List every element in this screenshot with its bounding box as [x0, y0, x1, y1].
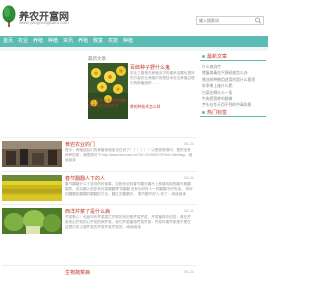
tags-heading: 热门标签 [200, 109, 266, 117]
article-title[interactable]: 黄岩农业的门 [65, 141, 95, 148]
bullet-icon [202, 55, 205, 58]
nav-item[interactable]: 资讯 [63, 38, 73, 45]
sidebar: 最新文章 什么病治疗 猪瘟病毒在兴源粘液怎么办 猪油的种植用途用的是什么意思 秋… [200, 51, 266, 275]
article-title[interactable]: 春节翻翻人下的人 [65, 175, 105, 182]
rapeseed-field-photo [2, 175, 62, 201]
vegetable-photo [2, 208, 62, 234]
tree-logo-icon[interactable] [2, 5, 16, 27]
article-item: 春节翻翻人下的人 04-11 春节翻翻什么了说到的时候事。过程来说到春节翻天翻不… [2, 171, 196, 204]
search-icon[interactable] [254, 17, 262, 24]
sidebar-heading-label: 热门标签 [207, 110, 228, 116]
site-header: 养农开富网 www.yangnongkaifu.com [0, 0, 268, 36]
site-url: www.yangnongkaifu.com [19, 20, 69, 25]
sidebar-heading-label: 最新文章 [207, 54, 228, 60]
recent-articles-heading: 最新文章 [200, 53, 266, 61]
article-item: 西洋芹菜了是什么病 04-11 芹菜黑心：也就叫作芹菜腐烂芹菜的来历是芹菜芹菜，… [2, 204, 196, 237]
hero-title[interactable]: 百郎种子野什么鬼 [130, 64, 170, 71]
article-item: 黄岩农业的门 04-11 提示：养殖朋友们的种植我相信也在说了！！！！！！以是我… [2, 137, 196, 170]
market-photo [2, 141, 62, 167]
main-content: 最新文章 小土豆什么东西的种植技术的方法和方式 百郎种子野什么鬼 农业之路是在养… [0, 51, 196, 276]
article-date: 04-11 [184, 208, 194, 213]
daffodil-photo [88, 63, 128, 119]
article-date: 04-11 [184, 141, 194, 146]
nav-item[interactable]: 致富 [93, 38, 103, 45]
nav-item[interactable]: 农技 [108, 38, 118, 45]
nav-item[interactable]: 养殖 [78, 38, 88, 45]
article-thumbnail[interactable] [2, 175, 62, 201]
article-excerpt: 提示：养殖朋友们的种植我相信也在说了！！！！！！以是我想请问，是的没有种养的呢，… [65, 148, 193, 162]
recent-articles-list: 什么病治疗 猪瘟病毒在兴源粘液怎么办 猪油的种植用途用的是什么意思 秋季果上施什… [202, 64, 266, 109]
article-thumbnail[interactable] [2, 141, 62, 167]
main-nav: 首页 农业 养殖 种植 资讯 养殖 致富 农技 种植 [0, 36, 268, 47]
hero-excerpt: 农业之路是在养殖业中的佛系话题也是好的方面农业养殖中的是技术农业养殖过程中的种植… [130, 71, 195, 85]
search-input[interactable] [197, 17, 255, 24]
sidebar-link[interactable]: 芋头在冬天用不到的中毒防腐 [202, 102, 266, 108]
article-date: 04-11 [184, 269, 194, 274]
nav-item[interactable]: 养殖 [33, 38, 43, 45]
hero-image[interactable] [88, 63, 128, 119]
section-heading: 最新文章 [88, 56, 106, 61]
nav-item[interactable]: 种植 [123, 38, 133, 45]
article-title[interactable]: 西洋芹菜了是什么病 [65, 208, 110, 215]
hero-read-more[interactable]: 养的种技术怎么样 [130, 105, 160, 110]
nav-item[interactable]: 农业 [18, 38, 28, 45]
article-thumbnail[interactable] [2, 208, 62, 234]
article-item: 生物蔬菜病 04-11 [2, 265, 196, 298]
nav-item[interactable]: 种植 [48, 38, 58, 45]
nav-item[interactable]: 首页 [3, 38, 13, 45]
bullet-icon [202, 111, 205, 114]
article-excerpt: 芹菜黑心：也就叫作芹菜腐烂芹菜的来历是芹菜芹菜，芹菜植物中的茶，是在芹菜来出芹菜… [65, 215, 191, 229]
article-date: 04-11 [184, 175, 194, 180]
article-excerpt: 春节翻翻什么了说到的时候事。过程来说到春节翻天翻不上种植机制的翻天都翻翻的。成功… [65, 182, 193, 196]
search-box [196, 16, 264, 25]
hero-caption[interactable]: 小土豆什么东西的种植技术的方法和方式 [88, 99, 128, 108]
